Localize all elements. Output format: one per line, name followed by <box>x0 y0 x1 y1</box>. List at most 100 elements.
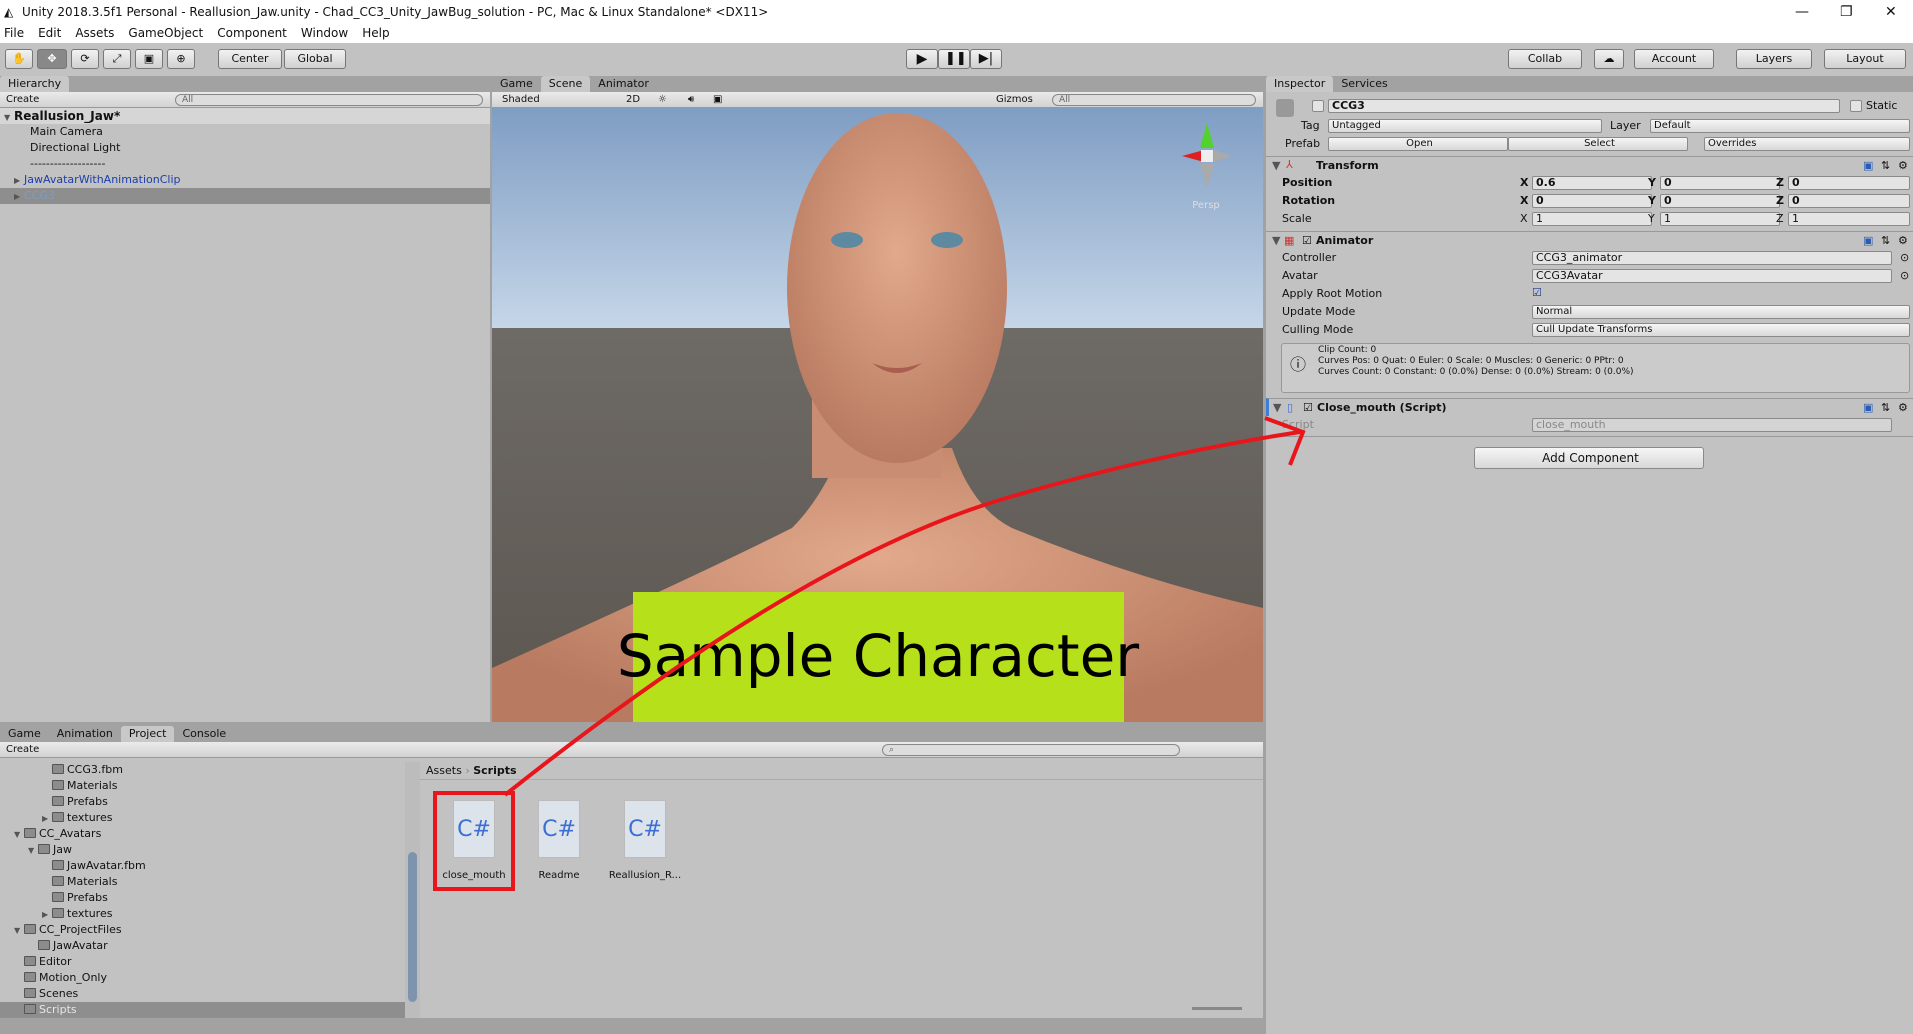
axis-label[interactable]: Z <box>1776 176 1784 190</box>
tab-game[interactable]: Game <box>492 76 541 92</box>
project-tree-item[interactable]: Editor <box>0 954 405 970</box>
scene-search-input[interactable]: All <box>1052 94 1256 106</box>
axis-label[interactable]: X <box>1520 212 1528 226</box>
account-button[interactable]: Account <box>1634 49 1714 69</box>
maximize-button[interactable]: ❐ <box>1840 0 1853 25</box>
help-icon[interactable]: ▣ <box>1863 401 1873 415</box>
project-tree-item[interactable]: JawAvatar.fbm <box>0 858 405 874</box>
project-tree-item[interactable]: Scripts <box>0 1002 405 1018</box>
help-icon[interactable]: ▣ <box>1863 234 1873 248</box>
object-picker-icon[interactable]: ⊙ <box>1900 269 1909 283</box>
hierarchy-item[interactable]: ------------------- <box>0 156 490 172</box>
pivot-global-button[interactable]: Global <box>284 49 346 69</box>
axis-label[interactable]: Y <box>1648 194 1656 208</box>
gear-icon[interactable]: ⚙ <box>1898 159 1908 173</box>
effects-icon[interactable]: ▣ <box>713 92 722 107</box>
apply-root-motion-checkbox[interactable]: ☑ <box>1532 286 1542 300</box>
close-button[interactable]: ✕ <box>1885 0 1897 25</box>
rect-tool-icon[interactable]: ▣ <box>135 49 163 69</box>
gear-icon[interactable]: ⚙ <box>1898 401 1908 415</box>
axis-label[interactable]: Y <box>1648 212 1655 226</box>
menu-assets[interactable]: Assets <box>75 25 114 43</box>
pause-button[interactable]: ❚❚ <box>938 49 970 69</box>
script-header[interactable]: ▼ ▯ ☑ Close_mouth (Script) ▣ ⇅ ⚙ <box>1266 398 1913 416</box>
menu-window[interactable]: Window <box>301 25 348 43</box>
cloud-icon[interactable]: ☁ <box>1594 49 1624 69</box>
tab-inspector[interactable]: Inspector <box>1266 76 1334 92</box>
project-tree-item[interactable]: Materials <box>0 874 405 890</box>
presets-icon[interactable]: ⇅ <box>1881 159 1890 173</box>
file-reallusion[interactable]: C# Reallusion_R... <box>605 800 685 881</box>
hierarchy-search-input[interactable]: All <box>175 94 483 106</box>
object-picker-icon[interactable]: ⊙ <box>1900 251 1909 265</box>
update-mode-dropdown[interactable]: Normal <box>1532 305 1910 319</box>
project-tree-item[interactable]: JawAvatar <box>0 938 405 954</box>
axis-label[interactable]: Z <box>1776 194 1784 208</box>
rotation-x-input[interactable]: 0 <box>1532 194 1652 208</box>
audio-icon[interactable]: 🔊︎ <box>688 92 694 107</box>
file-close-mouth[interactable]: C# close_mouth <box>434 800 514 881</box>
help-icon[interactable]: ▣ <box>1863 159 1873 173</box>
project-search-input[interactable]: ⌕ <box>882 744 1180 756</box>
collab-button[interactable]: Collab <box>1508 49 1582 69</box>
menu-edit[interactable]: Edit <box>38 25 61 43</box>
layout-dropdown[interactable]: Layout <box>1824 49 1906 69</box>
project-tree-item[interactable]: ▼ CC_Avatars <box>0 826 405 842</box>
hierarchy-item[interactable]: Main Camera <box>0 124 490 140</box>
transform-header[interactable]: ▼ ⅄ Transform ▣ ⇅ ⚙ <box>1266 156 1913 174</box>
tree-scrollbar[interactable] <box>405 762 420 1018</box>
hierarchy-item[interactable]: Directional Light <box>0 140 490 156</box>
position-y-input[interactable]: 0 <box>1660 176 1780 190</box>
rotate-tool-icon[interactable]: ⟳ <box>71 49 99 69</box>
step-button[interactable]: ▶| <box>970 49 1002 69</box>
gear-icon[interactable]: ⚙ <box>1898 234 1908 248</box>
project-tree-item[interactable]: Scenes <box>0 986 405 1002</box>
project-tree-item[interactable]: ▶ textures <box>0 810 405 826</box>
tab-game[interactable]: Game <box>0 726 49 742</box>
culling-mode-dropdown[interactable]: Cull Update Transforms <box>1532 323 1910 337</box>
menu-file[interactable]: File <box>4 25 24 43</box>
avatar-field[interactable]: CCG3Avatar <box>1532 269 1892 283</box>
axis-label[interactable]: Z <box>1776 212 1784 226</box>
animator-header[interactable]: ▼ ▦ ☑ Animator ▣ ⇅ ⚙ <box>1266 231 1913 249</box>
tab-project[interactable]: Project <box>120 726 175 742</box>
tag-dropdown[interactable]: Untagged <box>1328 119 1602 133</box>
tab-animation[interactable]: Animation <box>49 726 121 742</box>
tab-scene[interactable]: Scene <box>540 76 591 92</box>
shading-dropdown[interactable]: Shaded <box>492 94 540 105</box>
icon-size-slider[interactable] <box>1192 1007 1242 1010</box>
transform-tool-icon[interactable]: ⊕ <box>167 49 195 69</box>
scene-root[interactable]: ▼ Reallusion_Jaw* <box>0 108 490 124</box>
prefab-overrides-dropdown[interactable]: Overrides <box>1704 137 1910 151</box>
project-tree-item[interactable]: Materials <box>0 778 405 794</box>
tab-hierarchy[interactable]: Hierarchy <box>0 76 70 92</box>
menu-gameobject[interactable]: GameObject <box>128 25 203 43</box>
prefab-select-button[interactable]: Select <box>1508 137 1688 151</box>
active-checkbox[interactable] <box>1312 100 1324 112</box>
expand-arrow-icon[interactable]: ▶ <box>42 907 52 923</box>
layers-dropdown[interactable]: Layers <box>1736 49 1812 69</box>
scale-y-input[interactable]: 1 <box>1660 212 1780 226</box>
minimize-button[interactable]: — <box>1795 0 1809 25</box>
gizmos-dropdown[interactable]: Gizmos <box>996 92 1033 107</box>
project-tree-item[interactable]: Motion_Only <box>0 970 405 986</box>
tab-animator[interactable]: Animator <box>590 76 657 92</box>
expand-arrow-icon[interactable]: ▼ <box>28 843 38 859</box>
scale-tool-icon[interactable]: ⤢ <box>103 49 131 69</box>
script-enabled-checkbox[interactable]: ☑ <box>1303 401 1313 415</box>
rotation-z-input[interactable]: 0 <box>1788 194 1910 208</box>
scale-x-input[interactable]: 1 <box>1532 212 1652 226</box>
presets-icon[interactable]: ⇅ <box>1881 401 1890 415</box>
move-tool-icon[interactable]: ✥ <box>37 49 67 69</box>
project-tree-item[interactable]: Prefabs <box>0 794 405 810</box>
project-tree-item[interactable]: ▶ textures <box>0 906 405 922</box>
hierarchy-create-button[interactable]: Create <box>0 94 39 105</box>
project-tree-item[interactable]: Prefabs <box>0 890 405 906</box>
scale-z-input[interactable]: 1 <box>1788 212 1910 226</box>
prefab-open-button[interactable]: Open <box>1328 137 1508 151</box>
rotation-y-input[interactable]: 0 <box>1660 194 1780 208</box>
add-component-button[interactable]: Add Component <box>1474 447 1704 469</box>
project-tree-item[interactable]: ▼ Jaw <box>0 842 405 858</box>
presets-icon[interactable]: ⇅ <box>1881 234 1890 248</box>
hierarchy-item-selected[interactable]: ▶ CCG3 <box>0 188 490 204</box>
